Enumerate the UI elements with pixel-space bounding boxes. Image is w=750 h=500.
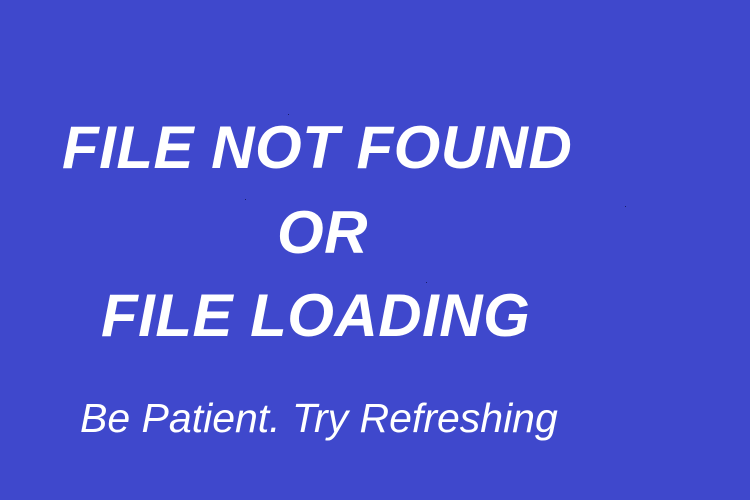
artifact-dot xyxy=(245,199,246,200)
error-title-line-2: FILE LOADING xyxy=(101,282,531,349)
error-title-line-1: FILE NOT FOUND xyxy=(62,114,573,181)
error-screen: FILE NOT FOUND OR FILE LOADING Be Patien… xyxy=(0,0,750,500)
artifact-dot xyxy=(625,206,626,207)
error-title-separator: OR xyxy=(277,199,368,266)
error-subtext: Be Patient. Try Refreshing xyxy=(80,395,558,441)
